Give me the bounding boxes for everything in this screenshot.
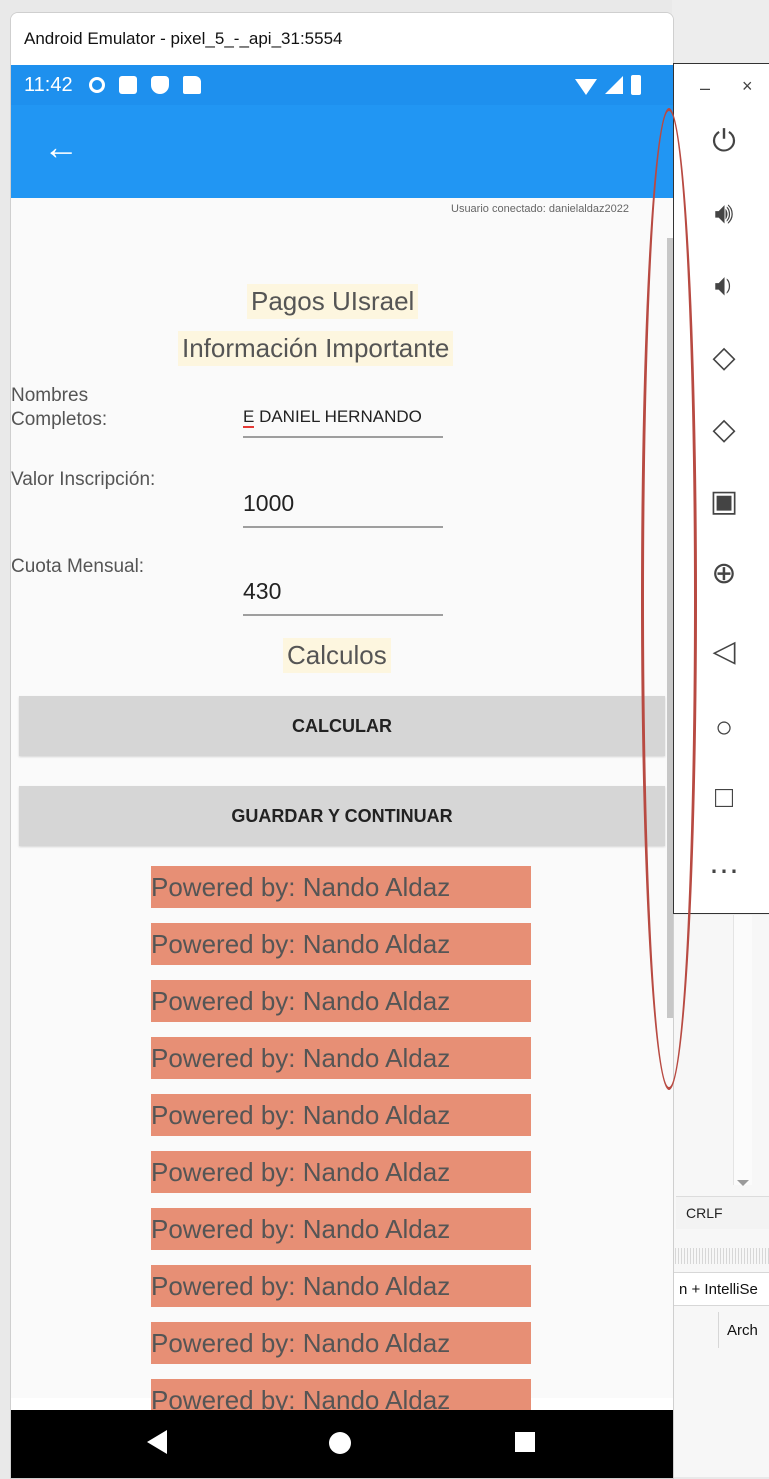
page-content: Usuario conectado: danielaldaz2022 Pagos… — [11, 198, 673, 1421]
signal-icon — [605, 76, 623, 94]
name-field[interactable]: E DANIEL HERNANDO — [243, 398, 443, 438]
ide-splitter[interactable] — [672, 1248, 769, 1264]
window-title: Android Emulator - pixel_5_-_api_31:5554 — [11, 13, 673, 65]
camera-icon[interactable]: ▣ — [706, 484, 742, 520]
emulator-window: Android Emulator - pixel_5_-_api_31:5554… — [10, 12, 674, 1479]
powered-by-label: Powered by: Nando Aldaz — [151, 1322, 531, 1364]
save-continue-button[interactable]: GUARDAR Y CONTINUAR — [19, 786, 665, 846]
settings-icon — [88, 77, 105, 93]
page-subtitle: Información Importante — [178, 331, 454, 366]
powered-by-label: Powered by: Nando Aldaz — [151, 1037, 531, 1079]
nav-home-icon[interactable] — [329, 1432, 351, 1454]
wifi-icon — [575, 79, 597, 95]
scroll-down-icon[interactable] — [737, 1180, 749, 1186]
name-value: DANIEL HERNANDO — [254, 407, 422, 426]
minimize-button[interactable]: – — [700, 78, 710, 99]
annotation-oval — [641, 108, 697, 1090]
calculate-button[interactable]: CALCULAR — [19, 696, 665, 756]
connected-user-label: Usuario conectado: danielaldaz2022 — [451, 203, 629, 215]
sd-card-icon — [182, 76, 201, 94]
android-nav-bar — [11, 1410, 673, 1478]
back-arrow-icon[interactable]: ← — [43, 127, 83, 167]
zoom-icon[interactable]: ⊕ — [706, 556, 742, 592]
volume-down-icon[interactable]: 🔉︎ — [706, 268, 742, 304]
inscription-field[interactable]: 1000 — [243, 480, 443, 528]
close-button[interactable]: × — [742, 76, 753, 97]
android-status-bar: 11:42 — [11, 65, 673, 105]
powered-by-label: Powered by: Nando Aldaz — [151, 980, 531, 1022]
volume-up-icon[interactable]: 🔊︎ — [706, 196, 742, 232]
overview-icon[interactable]: □ — [706, 780, 742, 816]
intellisense-filter[interactable]: n + IntelliSe — [672, 1272, 769, 1306]
notification-a-icon — [118, 76, 137, 94]
inscription-label: Valor Inscripción: — [11, 469, 156, 490]
powered-by-label: Powered by: Nando Aldaz — [151, 1208, 531, 1250]
more-icon[interactable]: ⋯ — [706, 854, 742, 890]
powered-by-label: Powered by: Nando Aldaz — [151, 866, 531, 908]
battery-icon — [631, 75, 641, 95]
monthly-fee-label: Cuota Mensual: — [11, 556, 145, 577]
rotate-right-icon[interactable]: ◇ — [706, 412, 742, 448]
powered-by-label: Powered by: Nando Aldaz — [151, 1094, 531, 1136]
app-bar: ← — [11, 105, 673, 198]
power-icon[interactable]: ⏻ — [706, 124, 742, 160]
rotate-left-icon[interactable]: ◇ — [706, 340, 742, 376]
powered-by-label: Powered by: Nando Aldaz — [151, 1151, 531, 1193]
nav-recents-icon[interactable] — [515, 1432, 535, 1452]
status-time: 11:42 — [24, 73, 73, 96]
powered-by-label: Powered by: Nando Aldaz — [151, 1265, 531, 1307]
back-icon[interactable]: ◁ — [706, 634, 742, 670]
home-icon[interactable]: ○ — [706, 710, 742, 746]
name-label: Nombres Completos: — [11, 385, 108, 430]
shield-icon — [150, 76, 169, 94]
monthly-fee-field[interactable]: 430 — [243, 568, 443, 616]
name-prefix: E — [243, 407, 255, 428]
ide-scrollbar[interactable] — [733, 915, 752, 1185]
page-title: Pagos UIsrael — [247, 284, 419, 319]
powered-by-label: Powered by: Nando Aldaz — [151, 923, 531, 965]
line-ending-indicator[interactable]: CRLF — [676, 1196, 769, 1229]
nav-back-icon[interactable] — [147, 1430, 167, 1454]
calculations-heading: Calculos — [283, 638, 391, 673]
archive-column-header[interactable]: Arch — [718, 1312, 769, 1348]
